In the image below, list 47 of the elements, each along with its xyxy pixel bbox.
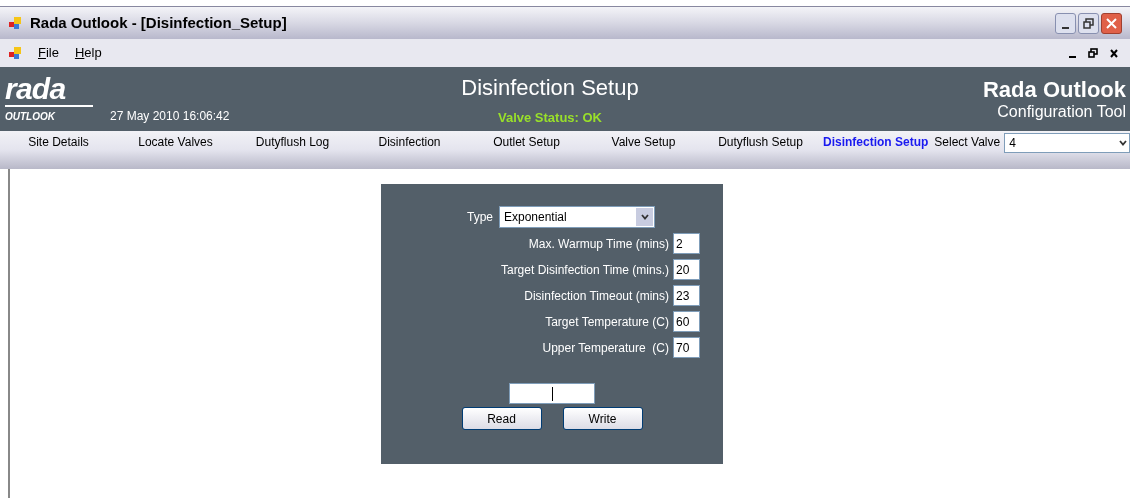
app-name: Rada Outlook xyxy=(983,77,1126,103)
action-button[interactable]: Write xyxy=(562,407,643,430)
nav-tab[interactable]: Dutyflush Setup xyxy=(702,133,819,151)
field-label: Target Temperature (C) xyxy=(545,313,669,331)
restore-icon xyxy=(1083,17,1094,29)
select-valve-label: Select Valve xyxy=(934,134,1001,151)
dropdown-caret-icon xyxy=(1119,140,1127,146)
nav-tab[interactable]: Site Details xyxy=(0,133,117,151)
close-icon xyxy=(1106,17,1117,29)
mdi-close-icon[interactable] xyxy=(1110,48,1118,58)
page-title: Disinfection Setup xyxy=(461,73,639,102)
status-field[interactable] xyxy=(509,383,595,404)
nav-tab[interactable]: Locate Valves xyxy=(117,133,234,151)
action-button[interactable]: Read xyxy=(461,407,542,430)
window-title: Rada Outlook - [Disinfection_Setup] xyxy=(30,12,287,33)
app-icon xyxy=(8,46,22,60)
menu-item[interactable]: Help xyxy=(74,43,102,63)
app-subtitle: Configuration Tool xyxy=(997,103,1126,121)
value-field[interactable]: 20 xyxy=(673,259,700,280)
valve-status: Valve Status: OK xyxy=(497,108,602,127)
nav-tab[interactable]: Outlet Setup xyxy=(468,133,585,151)
type-select[interactable]: Exponential xyxy=(499,206,655,228)
nav-tab[interactable]: Disinfection Setup xyxy=(819,133,933,151)
text-cursor xyxy=(551,386,553,401)
type-label: Type xyxy=(467,209,493,226)
close-button[interactable] xyxy=(1101,12,1122,34)
caret-icon xyxy=(640,214,649,220)
value-field[interactable]: 2 xyxy=(673,233,700,254)
minimize-button[interactable] xyxy=(1055,12,1076,34)
nav-tab[interactable]: Dutyflush Log xyxy=(234,133,351,151)
menu-item[interactable]: File xyxy=(38,43,59,63)
app-icon xyxy=(8,16,22,30)
value-field[interactable]: 23 xyxy=(673,285,700,306)
nav-tab[interactable]: Disinfection xyxy=(351,133,468,151)
valve-select[interactable]: 4 xyxy=(1004,133,1130,153)
field-label: Max. Warmup Time (mins) xyxy=(528,235,669,253)
date-time: 27 May 2010 16:06:42 xyxy=(110,108,230,125)
field-label: Target Disinfection Time (mins.) xyxy=(500,261,669,279)
field-label: Disinfection Timeout (mins) xyxy=(524,287,669,305)
mdi-restore-icon[interactable] xyxy=(1088,48,1098,58)
value-field[interactable]: 70 xyxy=(673,337,700,358)
value-field[interactable]: 60 xyxy=(673,311,700,332)
nav-tab[interactable]: Valve Setup xyxy=(585,133,702,151)
logo-wordmark: rada xyxy=(5,74,67,103)
restore-button[interactable] xyxy=(1078,12,1099,34)
field-label: Upper Temperature (C) xyxy=(542,339,669,357)
logo-subtitle: OUTLOOK xyxy=(5,109,56,124)
